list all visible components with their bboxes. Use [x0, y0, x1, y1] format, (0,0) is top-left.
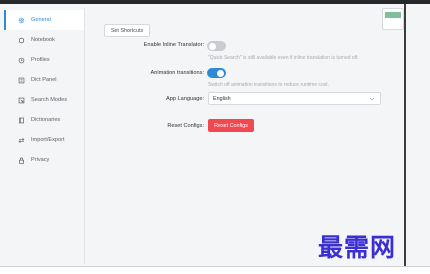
watermark-logo: 最需网 [318, 233, 397, 262]
animation-label: Animation transitions: [150, 70, 204, 76]
sidebar-divider [84, 8, 85, 264]
profile-icon [18, 57, 25, 64]
sidebar-item-label: General [31, 17, 51, 23]
inline-translator-label: Enable Inline Translator: [143, 42, 204, 48]
book-icon [18, 117, 25, 124]
lock-icon [18, 157, 25, 164]
sidebar-item-dictionaries[interactable]: Dictionaries [4, 110, 84, 130]
toggle-knob [217, 69, 224, 77]
animation-hint: Switch off animation transitions to redu… [208, 82, 330, 88]
app-language-label: App Language: [166, 96, 204, 102]
gear-icon [18, 17, 25, 24]
sidebar-item-dict-panel[interactable]: Dict Panel [4, 70, 84, 90]
settings-sidebar: General Notebook Profiles Dict Panel Sea… [4, 4, 84, 264]
set-shortcuts-button[interactable]: Set Shortcuts [104, 24, 150, 37]
sidebar-item-label: Privacy [31, 157, 50, 163]
sidebar-item-privacy[interactable]: Privacy [4, 150, 84, 170]
inline-translator-hint: "Quick Search" is still available even i… [208, 55, 359, 61]
reset-configs-button[interactable]: Reset Configs [208, 119, 254, 132]
notebook-icon [18, 37, 25, 44]
sidebar-item-import-export[interactable]: Import/Export [4, 130, 84, 150]
inline-translator-toggle[interactable] [207, 41, 226, 51]
panel-icon [18, 77, 25, 84]
animation-toggle[interactable] [207, 68, 226, 78]
reset-configs-label: Reset Configs: [167, 123, 204, 129]
search-mode-icon [18, 97, 25, 104]
sidebar-item-label: Notebook [31, 37, 55, 43]
thumbnail-bar [385, 12, 401, 18]
sidebar-item-label: Profiles [31, 57, 50, 63]
sidebar-item-general[interactable]: General [4, 10, 84, 30]
sidebar-item-search-modes[interactable]: Search Modes [4, 90, 84, 110]
corner-thumbnail[interactable] [382, 8, 404, 30]
sidebar-item-label: Search Modes [31, 97, 68, 103]
window-right-edge [404, 4, 430, 274]
sidebar-item-profiles[interactable]: Profiles [4, 50, 84, 70]
sidebar-item-label: Dict Panel [31, 77, 57, 83]
toggle-knob [209, 42, 216, 50]
swap-icon [18, 137, 25, 144]
window-bottom-edge [0, 266, 430, 274]
chevron-down-icon [369, 96, 375, 102]
app-language-value: English [213, 95, 231, 102]
app-language-select[interactable]: English [208, 92, 381, 105]
sidebar-item-label: Import/Export [31, 137, 65, 143]
sidebar-item-label: Dictionaries [31, 117, 61, 123]
sidebar-item-notebook[interactable]: Notebook [4, 30, 84, 50]
